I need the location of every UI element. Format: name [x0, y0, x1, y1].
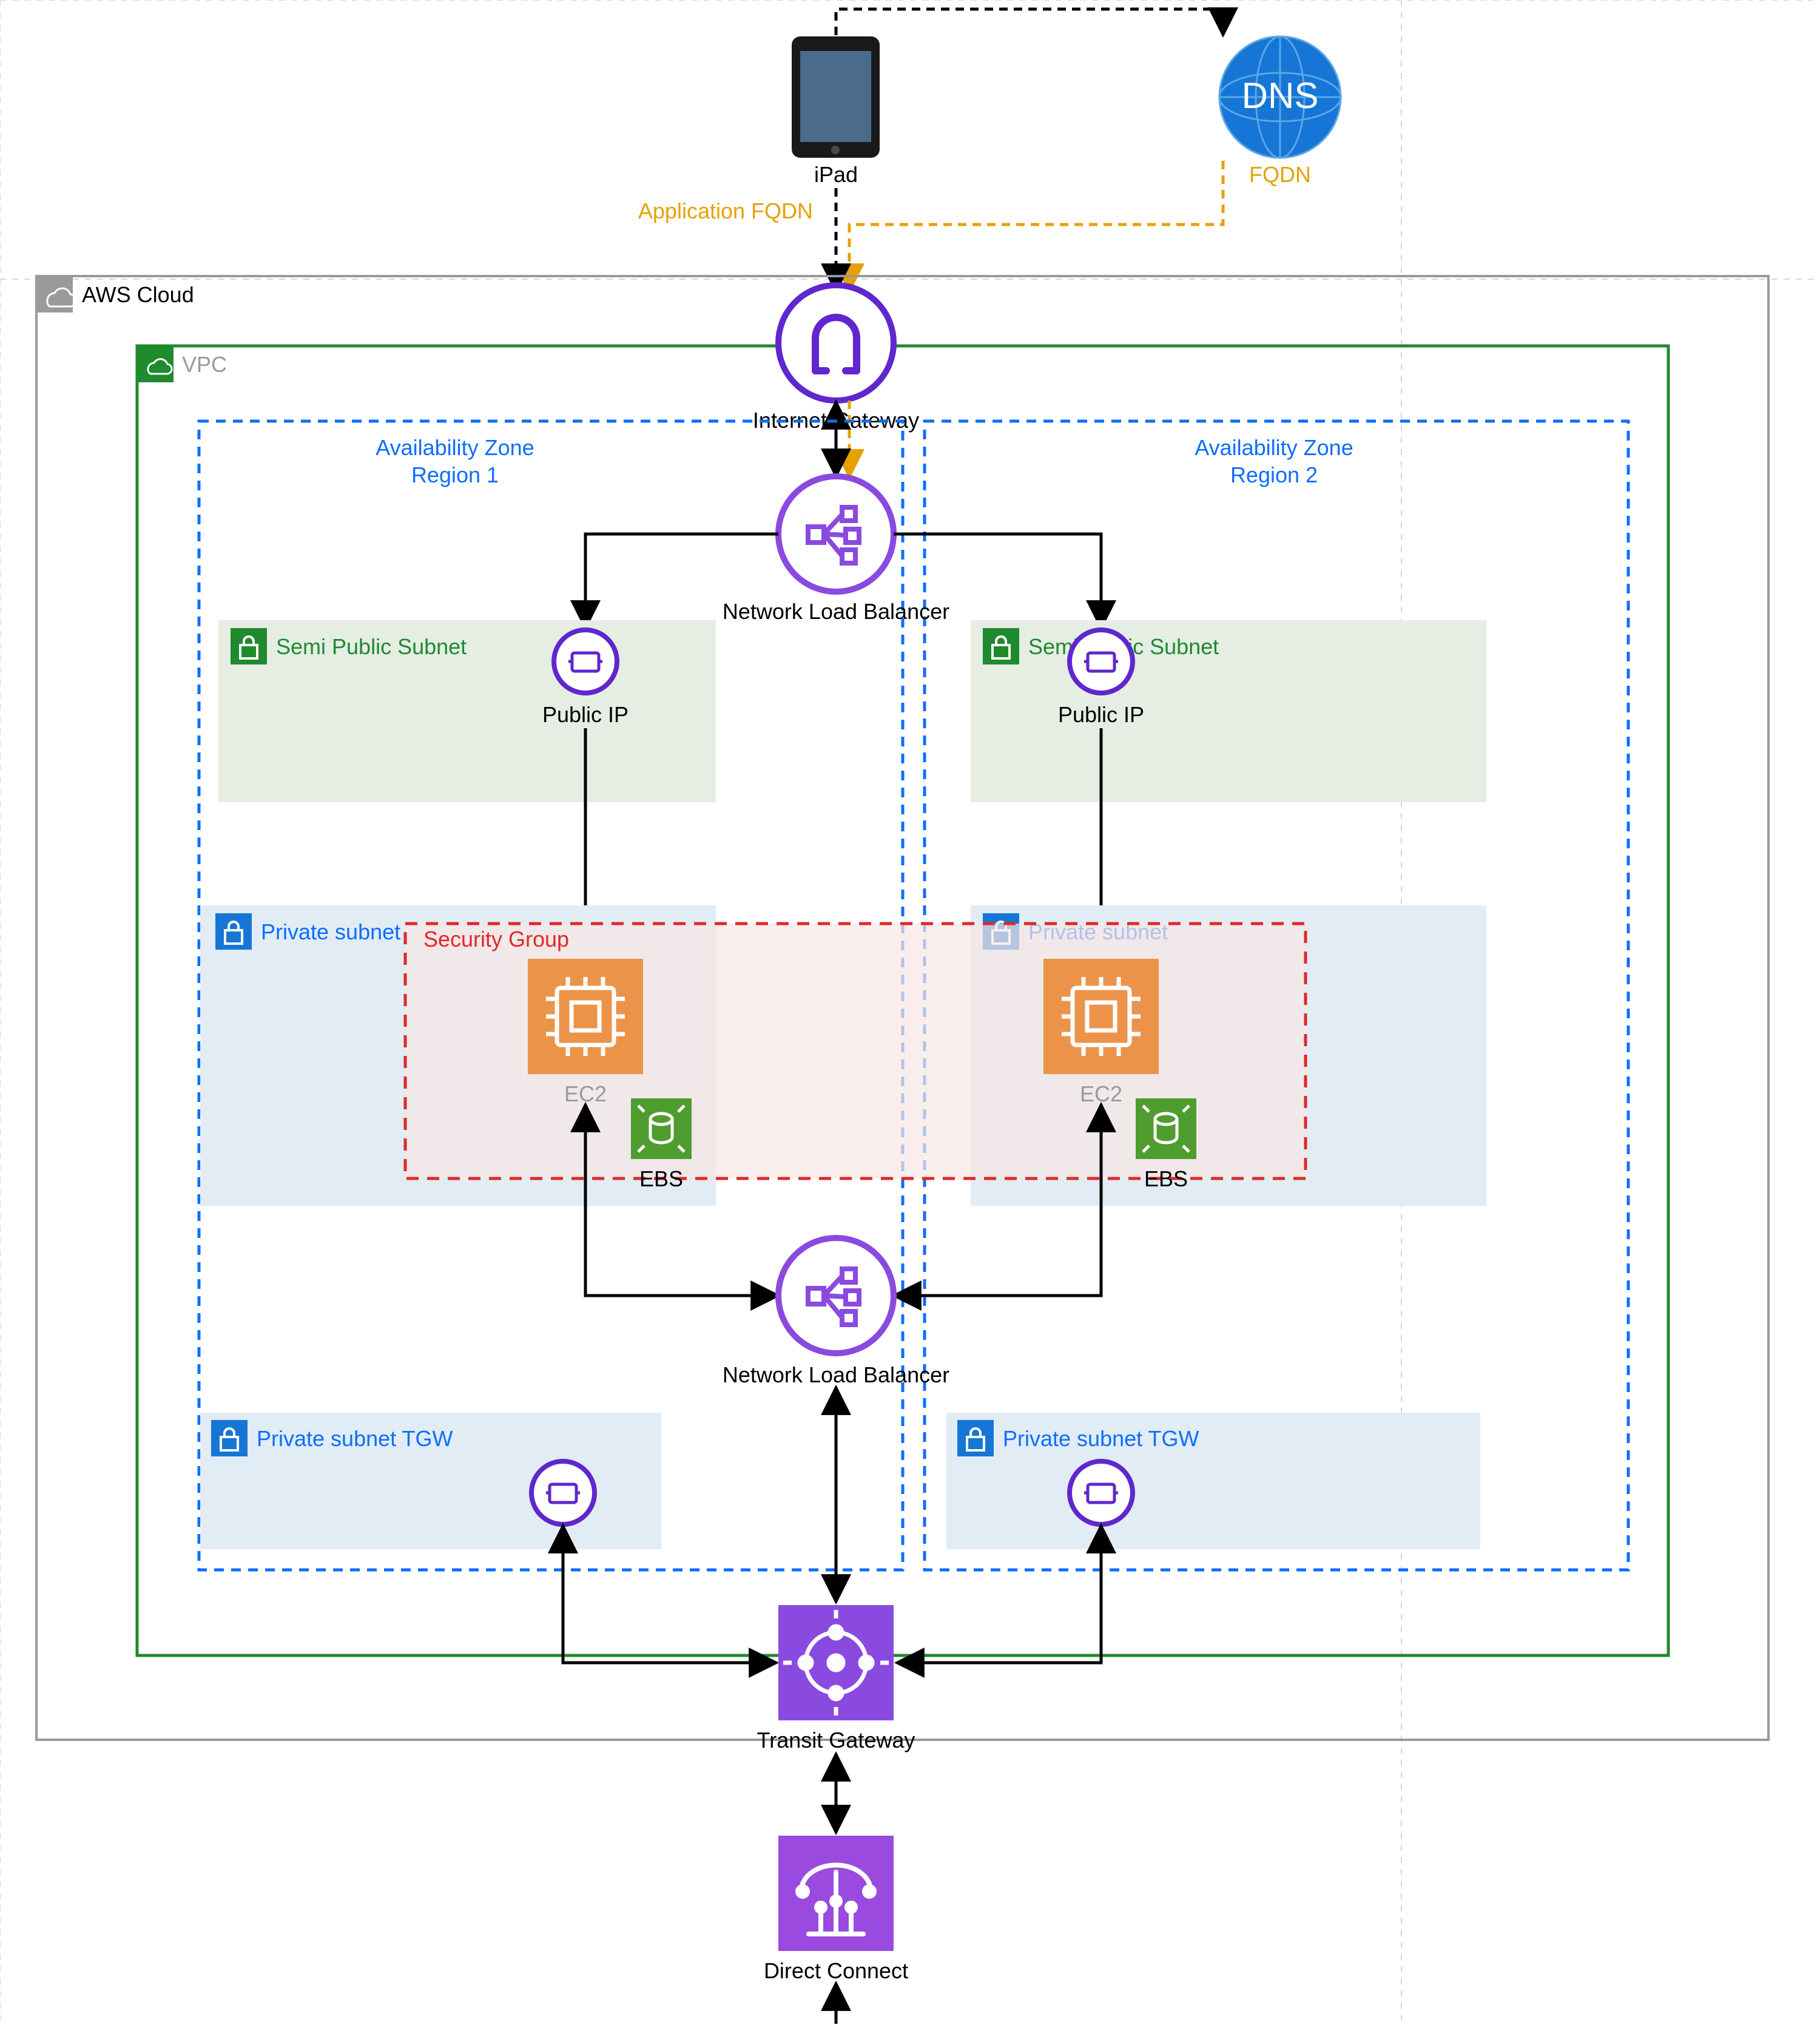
nlb-bottom-icon	[778, 1238, 894, 1353]
tgw-eni-2-icon	[1070, 1461, 1133, 1524]
direct-connect-icon	[778, 1836, 894, 1951]
ec2-1-label: EC2	[564, 1081, 607, 1106]
public-ip-2-icon	[1070, 630, 1133, 693]
nlb-top-icon	[778, 476, 894, 592]
security-group-label: Security Group	[423, 927, 569, 952]
private-subnet-tgw-2: Private subnet TGW	[946, 1413, 1480, 1549]
fqdn-label: FQDN	[1249, 162, 1311, 187]
nlb-bottom-label: Network Load Balancer	[723, 1362, 949, 1387]
semi-public-subnet-1: Semi Public Subnet	[218, 620, 716, 802]
ec2-2-label: EC2	[1080, 1081, 1122, 1106]
ebs-1-label: EBS	[639, 1166, 683, 1191]
aws-cloud-label: AWS Cloud	[82, 282, 194, 307]
ipad-icon	[792, 36, 880, 158]
transit-gateway-icon	[778, 1605, 894, 1720]
dns-icon: DNS	[1219, 36, 1341, 158]
ec2-2-icon	[1043, 959, 1159, 1074]
transit-gateway-label: Transit Gateway	[757, 1728, 915, 1753]
public-ip-2-label: Public IP	[1058, 702, 1144, 727]
az2-label-1: Availability Zone	[1195, 435, 1353, 460]
ebs-1-icon	[631, 1098, 692, 1159]
private-subnet-tgw-2-label: Private subnet TGW	[1003, 1426, 1199, 1451]
ebs-2-label: EBS	[1144, 1166, 1188, 1191]
az1-label-1: Availability Zone	[376, 435, 534, 460]
diagram-canvas: iPad DNS FQDN Application FQDN AWS Cloud	[0, 0, 1820, 2025]
ec2-1-icon	[528, 959, 643, 1074]
semi-public-subnet-1-label: Semi Public Subnet	[276, 634, 467, 659]
direct-connect-label: Direct Connect	[764, 1958, 908, 1983]
app-fqdn-label: Application FQDN	[638, 198, 813, 223]
app-fqdn-line	[849, 161, 1223, 291]
az2-label-2: Region 2	[1230, 462, 1318, 487]
ebs-2-icon	[1136, 1098, 1196, 1159]
public-ip-1-icon	[554, 630, 617, 693]
internet-gateway-icon	[778, 285, 894, 401]
ipad-label: iPad	[814, 162, 858, 187]
nlb-top-label: Network Load Balancer	[723, 599, 949, 624]
private-subnet-tgw-1-label: Private subnet TGW	[257, 1426, 453, 1451]
ipad-to-dns-line	[836, 9, 1223, 35]
private-subnet-1-label: Private subnet	[261, 919, 400, 944]
public-ip-1-label: Public IP	[542, 702, 629, 727]
semi-public-subnet-2: Semi Public Subnet	[971, 620, 1486, 802]
az1-label-2: Region 1	[411, 462, 499, 487]
vpc-label: VPC	[182, 352, 227, 377]
svg-text:DNS: DNS	[1242, 75, 1319, 116]
tgw-eni-1-icon	[531, 1461, 595, 1524]
